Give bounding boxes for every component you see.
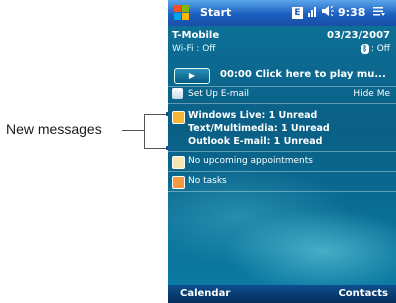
email-icon <box>172 88 183 99</box>
menu-icon[interactable] <box>373 5 386 20</box>
play-icon: ▶ <box>188 71 196 80</box>
divider <box>168 103 396 104</box>
divider <box>168 191 396 192</box>
wifi-status[interactable]: Wi-Fi : Off <box>172 44 216 54</box>
callout-label: New messages <box>6 121 102 137</box>
phone-screen: Start E 9:38 T-Mobile 03/23/2007 Wi-Fi :… <box>168 0 396 303</box>
today-screen: T-Mobile 03/23/2007 Wi-Fi : Off ᛒ: Off ▶… <box>168 26 396 299</box>
windows-start-icon[interactable] <box>174 5 190 21</box>
callout-bracket <box>144 114 145 148</box>
callout-line <box>122 130 144 131</box>
player-status[interactable]: 00:00 Click here to play mu... <box>220 69 386 80</box>
messaging-icon <box>172 111 185 124</box>
title-bar: Start E 9:38 <box>168 0 396 26</box>
bluetooth-label: : Off <box>370 44 390 54</box>
callout-bracket-top <box>144 114 168 115</box>
message-line-text-mms[interactable]: Text/Multimedia: 1 Unread <box>188 123 330 134</box>
bluetooth-status[interactable]: ᛒ: Off <box>360 44 390 54</box>
today-date[interactable]: 03/23/2007 <box>327 30 390 41</box>
play-button[interactable]: ▶ <box>174 68 210 84</box>
divider <box>168 151 396 152</box>
carrier-name: T-Mobile <box>172 30 220 41</box>
message-line-outlook[interactable]: Outlook E-mail: 1 Unread <box>188 136 322 147</box>
start-label[interactable]: Start <box>200 6 231 19</box>
calendar-softkey[interactable]: Calendar <box>180 288 230 299</box>
setup-email-link[interactable]: Set Up E-mail <box>188 89 249 99</box>
calendar-icon <box>172 156 185 169</box>
callout-bracket-bottom <box>144 148 168 149</box>
hide-me-link[interactable]: Hide Me <box>353 89 390 99</box>
divider <box>168 171 396 172</box>
edge-icon: E <box>292 6 303 19</box>
bluetooth-icon: ᛒ <box>360 44 369 54</box>
volume-icon[interactable] <box>322 5 334 20</box>
tasks-status[interactable]: No tasks <box>188 176 227 186</box>
contacts-softkey[interactable]: Contacts <box>338 288 388 299</box>
softkey-bar: Calendar Contacts <box>168 285 396 303</box>
tasks-icon <box>172 176 185 189</box>
clock-time[interactable]: 9:38 <box>338 6 365 19</box>
signal-icon[interactable] <box>308 5 318 20</box>
appointments-status[interactable]: No upcoming appointments <box>188 156 313 166</box>
message-line-windows-live[interactable]: Windows Live: 1 Unread <box>188 110 317 121</box>
divider <box>168 86 396 87</box>
